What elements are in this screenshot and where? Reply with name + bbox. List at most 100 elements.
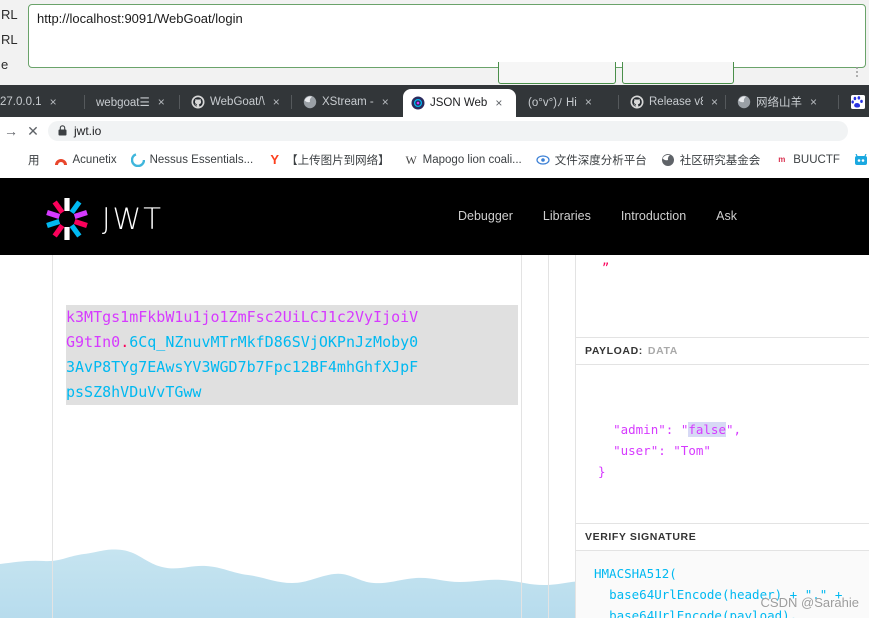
- github-icon: [191, 95, 205, 109]
- token-line-4: psSZ8hVDuVvTGww: [66, 380, 518, 405]
- bookmark-label-community-research: 社区研究基金会: [679, 154, 761, 167]
- globe-icon: [737, 95, 751, 109]
- bookmark-label-file-analysis: 文件深度分析平台: [554, 154, 647, 167]
- tab-baidu[interactable]: [843, 87, 869, 117]
- tab-close-3[interactable]: ×: [382, 95, 389, 109]
- token-line-2-magenta: G9tIn0: [66, 333, 121, 351]
- tab-xstream[interactable]: XStream - ×: [295, 87, 400, 117]
- address-bar[interactable]: jwt.io: [48, 121, 848, 141]
- encoded-token-area[interactable]: k3MTgs1mFkbW1u1jo1ZmFsc2UiLCJ1c2VyIjoiV G…: [66, 255, 518, 455]
- gutter-rule-left: [52, 255, 53, 618]
- tab-network-goat[interactable]: 网络山羊 ×: [729, 87, 834, 117]
- sub-input-a[interactable]: [498, 62, 616, 84]
- tab-title-4: JSON Web: [430, 97, 488, 109]
- payload-panel-header: PAYLOAD: DATA: [576, 337, 869, 365]
- tab-close-5[interactable]: ×: [585, 95, 592, 109]
- gutter-rule-mid-b: [548, 255, 549, 618]
- tab-close-7[interactable]: ×: [810, 95, 817, 109]
- globe-icon: [303, 95, 317, 109]
- tab-separator-5: [838, 95, 839, 109]
- wikipedia-icon: W: [405, 152, 417, 167]
- payload-close-brace: }: [598, 464, 606, 479]
- tab-release-v8[interactable]: Release v8 ×: [622, 87, 722, 117]
- nav-link-ask[interactable]: Ask: [716, 209, 737, 223]
- screenshot-root: k3MTgs1mFkbW1u1jo1ZmFsc2UiLCJ1c2VyIjoiV G…: [0, 0, 869, 618]
- payload-key-user: "user": [613, 443, 659, 458]
- tab-webgoat-list[interactable]: webgoat☰ ×: [88, 87, 176, 117]
- bookmark-item-buuctf[interactable]: m BUUCTF: [767, 152, 847, 167]
- tab-strip: 27.0.0.1 × webgoat☰ × WebGoat/\ × XStrea…: [0, 85, 869, 117]
- payload-value-user: "Tom": [673, 443, 711, 458]
- acunetix-icon: [54, 152, 69, 167]
- tab-separator-3: [618, 95, 619, 109]
- form-label-column: RL RL e: [0, 0, 26, 85]
- tab-title-1: webgoat☰: [96, 97, 150, 109]
- github-icon: [630, 95, 644, 109]
- payload-panel-body[interactable]: { "admin": "false", "user": "Tom" }: [576, 365, 869, 523]
- payload-value-admin: "false": [680, 422, 734, 437]
- tab-title-6: Release v8: [649, 96, 703, 108]
- goby-icon: [854, 152, 869, 167]
- jwt-io-page: k3MTgs1mFkbW1u1jo1ZmFsc2UiLCJ1c2VyIjoiV G…: [0, 174, 869, 618]
- decoded-column: ” PAYLOAD: DATA { "admin": "false", "use…: [575, 255, 869, 618]
- nav-link-introduction[interactable]: Introduction: [621, 209, 686, 223]
- nav-link-debugger[interactable]: Debugger: [458, 209, 513, 223]
- tab-title-5: (o°v°)ﾉ Hi: [528, 97, 577, 109]
- buuctf-icon: m: [778, 154, 786, 164]
- nessus-icon: [131, 152, 146, 167]
- bookmark-label-buuctf: BUUCTF: [793, 153, 840, 166]
- bookmark-label-0: 用: [28, 154, 40, 167]
- tab-127-0-0-1[interactable]: 27.0.0.1 ×: [0, 87, 82, 117]
- bookmarks-bar: 用 Acunetix Nessus Essentials... Y 【上传图片到…: [0, 145, 869, 174]
- bookmark-label-mapogo: Mapogo lion coali...: [422, 153, 522, 166]
- token-line-2-blue: 6Cq_NZnuvMTrMkfD86SVjOKPnJzMoby0: [129, 333, 419, 351]
- tab-hi-emoticon[interactable]: (o°v°)ﾉ Hi ×: [520, 87, 615, 117]
- bookmark-item-goby[interactable]: Goby插件开: [847, 152, 869, 168]
- header-panel-body[interactable]: ”: [576, 255, 869, 337]
- token-line-3: 3AvP8TYg7EAwsYV3WGD7b7Fpc12BF4mhGhfXJpF: [66, 355, 518, 380]
- bookmark-label-upload-image: 【上传图片到网络】: [286, 154, 390, 167]
- payload-sublabel: DATA: [647, 345, 678, 357]
- bookmark-item-upload-image[interactable]: Y 【上传图片到网络】: [260, 152, 397, 168]
- url-textarea-value: http://localhost:9091/WebGoat/login: [37, 11, 243, 26]
- bookmark-icon-0: [9, 152, 24, 167]
- form-overlay-panel: RL RL e http://localhost:9091/WebGoat/lo…: [0, 0, 869, 85]
- form-label-url-1: RL: [1, 7, 18, 22]
- jwt-logo-text: JWT: [102, 202, 163, 236]
- tab-json-web-token[interactable]: JSON Web ×: [403, 89, 516, 117]
- jwt-starburst-icon: [46, 198, 88, 240]
- tab-separator-4: [725, 95, 726, 109]
- baidu-icon: [851, 95, 865, 109]
- bookmark-item-file-analysis[interactable]: 文件深度分析平台: [529, 152, 654, 168]
- bookmark-item-acunetix[interactable]: Acunetix: [47, 152, 124, 167]
- tab-close-2[interactable]: ×: [273, 95, 280, 109]
- token-line-2-separator: .: [120, 333, 130, 351]
- sub-input-b[interactable]: [622, 62, 734, 84]
- tab-close-6[interactable]: ×: [711, 95, 718, 109]
- yandex-icon: Y: [270, 152, 279, 167]
- nav-link-libraries[interactable]: Libraries: [543, 209, 591, 223]
- tab-close-0[interactable]: ×: [50, 95, 57, 109]
- stop-icon[interactable]: ✕: [22, 123, 44, 140]
- jwt-icon: [411, 96, 425, 110]
- eye-icon: [536, 152, 551, 167]
- tab-title-0: 27.0.0.1: [0, 96, 42, 108]
- address-bar-url: jwt.io: [74, 124, 102, 138]
- page-body: k3MTgs1mFkbW1u1jo1ZmFsc2UiLCJ1c2VyIjoiV G…: [0, 255, 869, 618]
- forward-icon[interactable]: →: [0, 123, 22, 139]
- bookmark-item-community-research[interactable]: 社区研究基金会: [654, 152, 768, 168]
- tab-webgoat-github[interactable]: WebGoat/\ ×: [183, 87, 288, 117]
- jwt-logo[interactable]: JWT: [46, 198, 163, 240]
- tab-close-1[interactable]: ×: [158, 95, 165, 109]
- url-textarea[interactable]: http://localhost:9091/WebGoat/login: [28, 4, 866, 68]
- bookmark-item-nessus[interactable]: Nessus Essentials...: [124, 152, 261, 167]
- bookmark-item-mapogo[interactable]: W Mapogo lion coali...: [397, 152, 529, 167]
- watermark: CSDN @Sarahie: [760, 595, 859, 610]
- tab-close-4[interactable]: ×: [495, 96, 502, 110]
- bookmark-item-0[interactable]: 用: [2, 152, 47, 168]
- payload-value-admin-selected: false: [688, 422, 726, 437]
- globe-icon: [661, 152, 676, 167]
- signature-label: VERIFY SIGNATURE: [585, 531, 697, 543]
- form-overflow-menu-icon[interactable]: [852, 62, 862, 82]
- payload-key-admin: "admin": [613, 422, 666, 437]
